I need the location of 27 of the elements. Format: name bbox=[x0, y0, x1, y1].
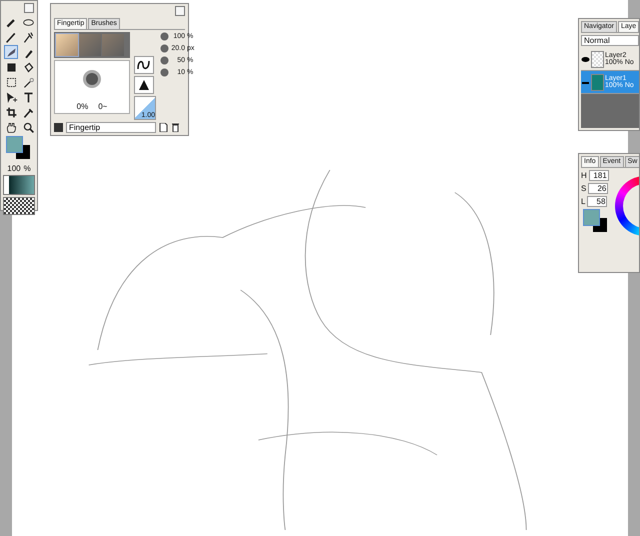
preview-label: 0~ bbox=[98, 102, 108, 111]
value-field[interactable]: 26 bbox=[588, 183, 608, 194]
shape-icon[interactable] bbox=[134, 76, 154, 94]
value-field[interactable]: 181 bbox=[588, 170, 609, 181]
crop-icon[interactable] bbox=[4, 105, 18, 119]
page-icon[interactable] bbox=[159, 123, 168, 132]
close-button[interactable] bbox=[24, 3, 34, 13]
brush-name-field[interactable]: Fingertip bbox=[66, 122, 156, 133]
brush-icon[interactable] bbox=[4, 45, 18, 59]
brush-icon bbox=[54, 123, 63, 132]
preview-label: 0% bbox=[76, 102, 88, 111]
gradient-swatch[interactable] bbox=[3, 175, 35, 195]
blend-mode-dropdown[interactable]: Normal bbox=[581, 35, 639, 46]
pen-icon[interactable] bbox=[4, 30, 18, 44]
field-label: L bbox=[581, 197, 586, 206]
pattern-swatch[interactable] bbox=[3, 197, 35, 215]
opacity-value[interactable]: 100 bbox=[7, 164, 21, 173]
brush-thumbnails[interactable] bbox=[54, 32, 130, 58]
eye-icon[interactable] bbox=[581, 54, 590, 64]
close-button[interactable] bbox=[175, 6, 185, 16]
field-label: S bbox=[581, 184, 586, 193]
field-label: H bbox=[581, 171, 587, 180]
brush-dab-icon bbox=[86, 73, 98, 85]
opacity-unit: % bbox=[24, 164, 31, 173]
value-field[interactable]: 58 bbox=[587, 196, 608, 207]
stroke-icon[interactable] bbox=[134, 56, 154, 74]
trash-icon[interactable] bbox=[171, 123, 180, 132]
